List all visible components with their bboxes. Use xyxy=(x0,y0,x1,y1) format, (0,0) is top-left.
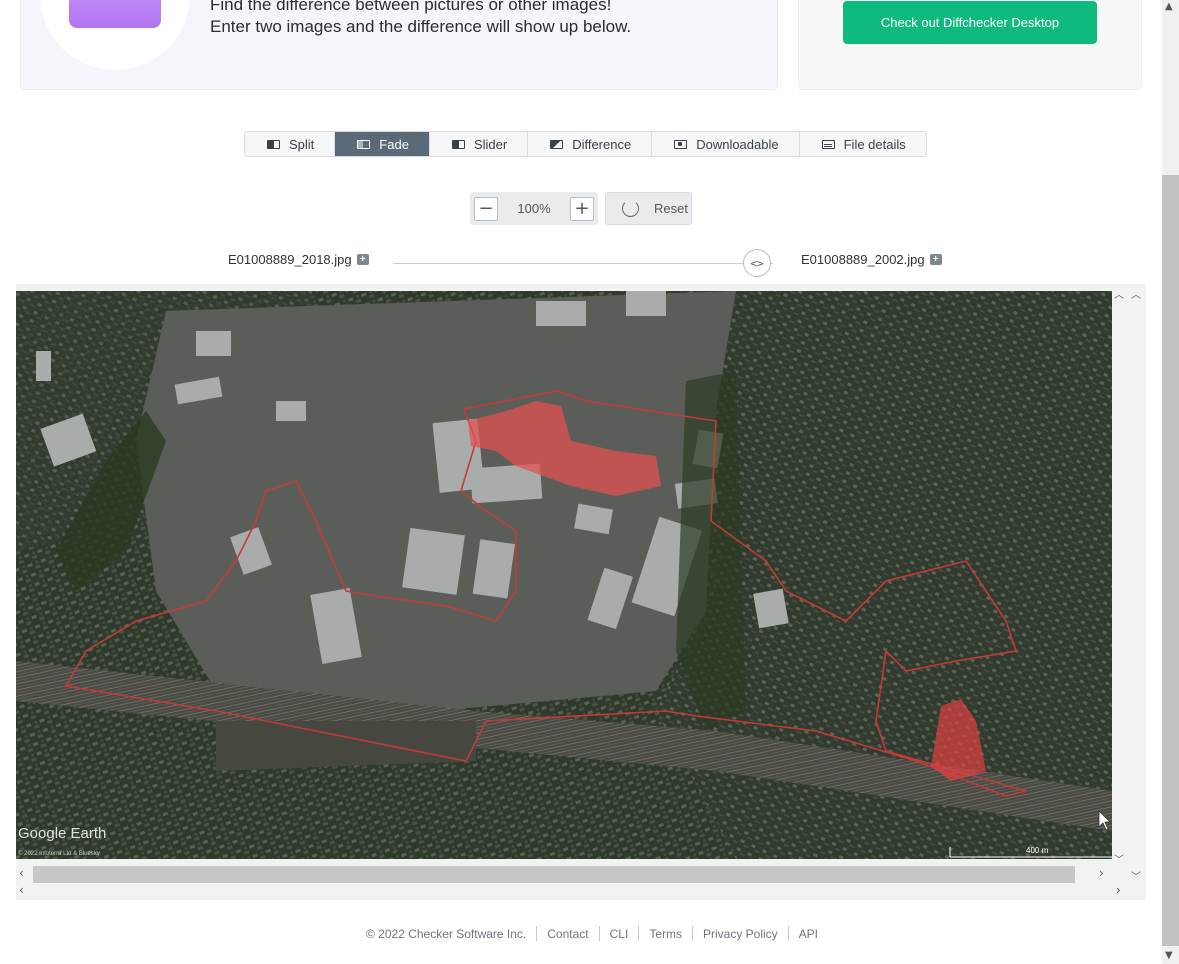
intro-line-2: Enter two images and the difference will… xyxy=(210,17,632,36)
divider xyxy=(691,926,693,941)
image-icon xyxy=(69,0,161,28)
footer: © 2022 Checker Software Inc. Contact CLI… xyxy=(366,926,818,941)
divider xyxy=(536,926,538,941)
footer-link-contact[interactable]: Contact xyxy=(547,927,588,941)
imagery-credit: © 2022 Infoterra Ltd & Bluesky xyxy=(18,850,100,857)
divider xyxy=(787,926,789,941)
scroll-right-icon[interactable]: › xyxy=(1116,883,1121,897)
reset-button[interactable]: Reset xyxy=(605,192,692,225)
tab-slider[interactable]: Slider xyxy=(430,132,529,156)
aerial-image: Google Earth © 2022 Infoterra Ltd & Blue… xyxy=(16,291,1112,859)
tab-label: Slider xyxy=(473,136,508,152)
scroll-up-icon[interactable]: ︿ xyxy=(1131,286,1141,301)
left-file-name: E01008889_2018.jpg + xyxy=(228,252,369,267)
tab-label: Split xyxy=(289,136,315,152)
footer-link-terms[interactable]: Terms xyxy=(649,927,682,941)
desktop-promo-button[interactable]: Check out Diffchecker Desktop xyxy=(843,1,1097,44)
scroll-right-icon[interactable]: › xyxy=(1099,866,1104,880)
tab-difference[interactable]: Difference xyxy=(528,132,653,156)
page-scroll-up-icon[interactable]: ▲ xyxy=(1165,1,1173,12)
reset-label: Reset xyxy=(654,201,688,216)
zoom-in-button[interactable]: + xyxy=(570,196,594,221)
left-file-label: E01008889_2018.jpg xyxy=(228,252,352,267)
tab-label: File details xyxy=(843,136,906,152)
scroll-down-icon[interactable]: ﹀ xyxy=(1114,851,1124,866)
downloadable-icon xyxy=(674,139,688,149)
add-file-icon[interactable]: + xyxy=(356,254,369,265)
footer-link-cli[interactable]: CLI xyxy=(610,927,629,941)
divider xyxy=(598,926,600,941)
tab-file-details[interactable]: File details xyxy=(800,132,926,156)
zoom-out-button[interactable]: − xyxy=(474,196,498,221)
tab-split[interactable]: Split xyxy=(245,132,336,156)
tab-label: Fade xyxy=(379,136,409,152)
page-scroll-down-icon[interactable]: ▼ xyxy=(1165,950,1173,961)
difference-icon xyxy=(550,139,564,149)
fade-icon xyxy=(357,139,371,149)
scroll-down-icon[interactable]: ﹀ xyxy=(1131,868,1141,883)
right-file-name: E01008889_2002.jpg + xyxy=(801,252,942,267)
scroll-left-icon[interactable]: ‹ xyxy=(19,866,24,880)
scroll-left-icon[interactable]: ‹ xyxy=(19,883,24,897)
reset-icon xyxy=(622,200,639,217)
file-details-icon xyxy=(821,139,835,149)
intro-line-1: Find the difference between pictures or … xyxy=(210,0,612,14)
divider xyxy=(638,926,640,941)
map-watermark: Google Earth xyxy=(18,825,106,842)
fade-slider-handle[interactable]: <> xyxy=(743,249,771,277)
tab-label: Downloadable xyxy=(696,136,779,152)
zoom-level: 100% xyxy=(517,201,551,216)
tab-label: Difference xyxy=(572,136,632,152)
page-scrollbar-thumb[interactable] xyxy=(1162,175,1179,946)
fade-slider-track[interactable] xyxy=(393,263,773,264)
scroll-up-icon[interactable]: ︿ xyxy=(1114,286,1124,301)
footer-link-privacy[interactable]: Privacy Policy xyxy=(703,927,778,941)
tab-fade[interactable]: Fade xyxy=(335,132,430,156)
split-icon xyxy=(267,139,280,149)
horizontal-scrollbar-thumb[interactable] xyxy=(33,866,1075,883)
scale-label: 400 m xyxy=(1026,846,1049,855)
tab-downloadable[interactable]: Downloadable xyxy=(652,132,800,156)
footer-link-api[interactable]: API xyxy=(799,927,818,941)
intro-text: Find the difference between pictures or … xyxy=(210,0,631,38)
right-file-label: E01008889_2002.jpg xyxy=(801,252,925,267)
add-file-icon[interactable]: + xyxy=(929,254,942,265)
zoom-control: − 100% + xyxy=(470,192,598,225)
copyright: © 2022 Checker Software Inc. xyxy=(366,926,527,941)
view-mode-tabs: Split Fade Slider Difference Downloadabl… xyxy=(244,131,927,157)
slider-icon xyxy=(451,139,465,149)
